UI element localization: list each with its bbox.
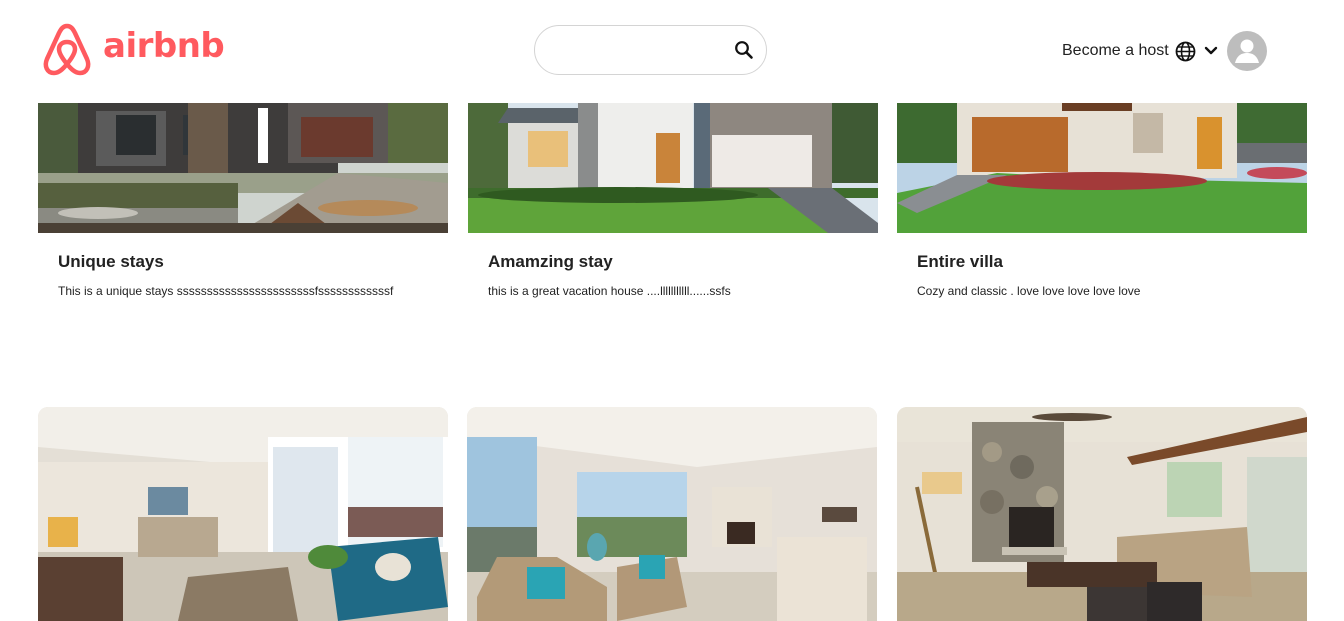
living-room-with-view-photo[interactable] bbox=[467, 407, 877, 621]
listing-photo[interactable] bbox=[38, 103, 448, 233]
brand-wordmark: airbnb bbox=[103, 26, 225, 66]
airbnb-belo-icon bbox=[43, 23, 91, 76]
search-bar[interactable] bbox=[534, 25, 767, 75]
become-host-link[interactable]: Become a host bbox=[1062, 42, 1169, 60]
globe-icon[interactable] bbox=[1175, 41, 1196, 62]
search-input[interactable] bbox=[553, 38, 727, 64]
listing-photo[interactable] bbox=[897, 103, 1307, 233]
listing-title[interactable]: Amamzing stay bbox=[488, 252, 613, 272]
brand-logo[interactable]: airbnb bbox=[40, 20, 225, 78]
open-plan-living-room-photo[interactable] bbox=[38, 407, 448, 621]
listing-title[interactable]: Unique stays bbox=[58, 252, 164, 272]
user-nav: Become a host bbox=[1062, 31, 1267, 71]
listing-description: Cozy and classic . love love love love l… bbox=[917, 284, 1141, 298]
user-avatar-icon bbox=[1234, 39, 1259, 63]
listing-photo[interactable] bbox=[468, 103, 878, 233]
listing-title[interactable]: Entire villa bbox=[917, 252, 1003, 272]
user-avatar-button[interactable] bbox=[1226, 31, 1267, 71]
search-icon[interactable] bbox=[734, 40, 754, 60]
chevron-down-icon[interactable] bbox=[1204, 46, 1218, 56]
stone-fireplace-living-room-photo[interactable] bbox=[897, 407, 1307, 621]
listing-description: This is a unique stays sssssssssssssssss… bbox=[58, 284, 394, 298]
listing-description: this is a great vacation house ....lllll… bbox=[488, 284, 731, 298]
top-nav-bar: airbnb Become a host bbox=[0, 0, 1344, 103]
